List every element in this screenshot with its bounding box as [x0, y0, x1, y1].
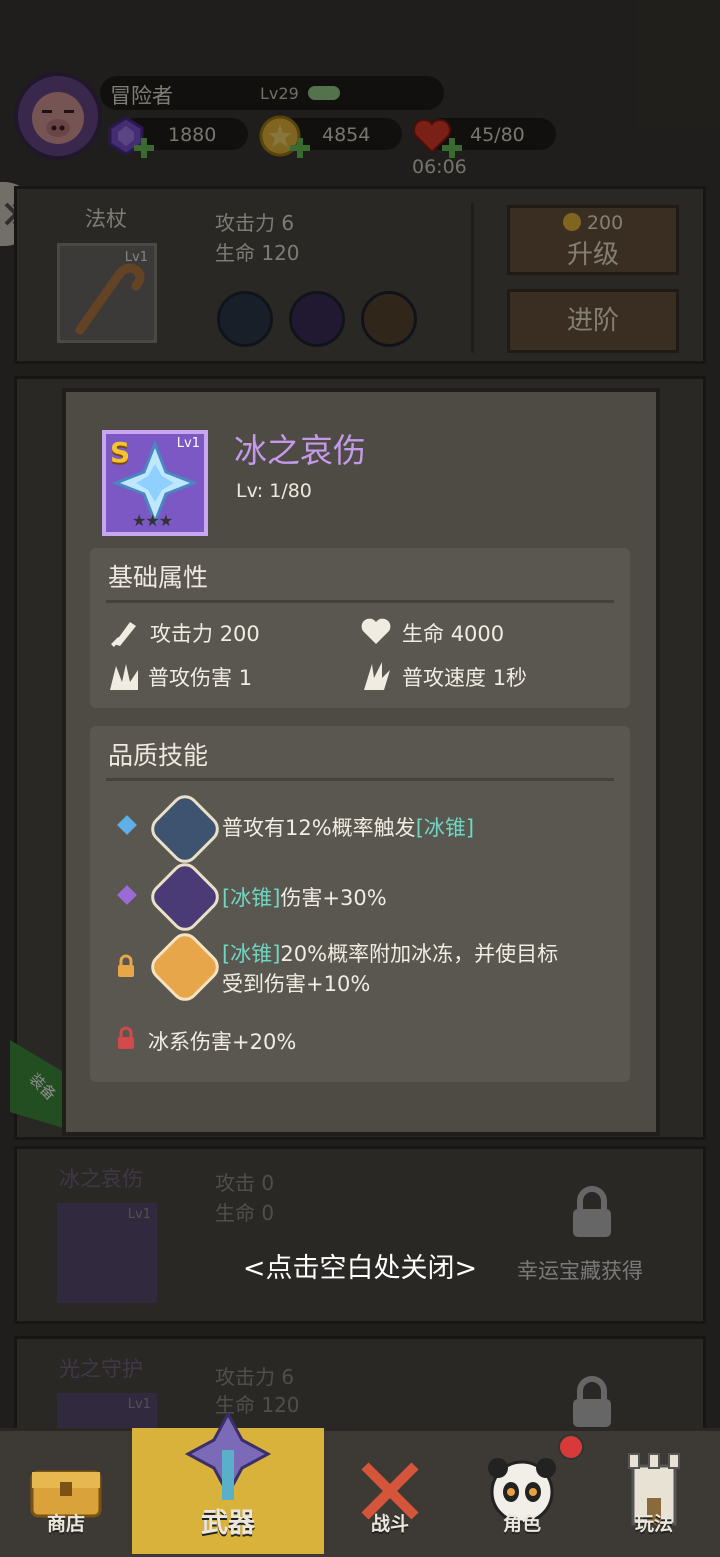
ice-freeze-skill-icon[interactable]	[145, 927, 225, 1007]
red-lock-icon	[116, 1026, 136, 1054]
stat-label-attack: 攻击力	[150, 622, 213, 646]
nav-gameplay-label: 玩法	[634, 1513, 673, 1535]
divider	[106, 600, 614, 603]
stat-label-hp: 生命	[402, 622, 444, 646]
skill2-highlight: [冰锥]	[222, 886, 281, 910]
skill1-text: 普攻有12%概率触发	[222, 816, 416, 840]
weapon-icon-frame: S Lv1 ★★★	[102, 430, 208, 536]
stat-label-attack-speed: 普攻速度	[402, 666, 486, 690]
weapon-name: 冰之哀伤	[234, 431, 366, 470]
speed-icon	[360, 660, 392, 696]
ice-cone-skill-icon[interactable]	[145, 789, 225, 869]
rank-badge: S	[110, 436, 131, 469]
skill3-text-line2: 受到伤害+10%	[222, 972, 371, 996]
weapon-level-text: Lv: 1/80	[236, 480, 312, 502]
nav-shop[interactable]: 商店	[0, 1428, 132, 1554]
nav-weapon[interactable]: 武器	[132, 1410, 324, 1554]
weapon-icon	[184, 1410, 272, 1500]
close-hint[interactable]: <点击空白处关闭>	[0, 1246, 720, 1285]
skill1-highlight: [冰锥]	[415, 816, 475, 840]
hp-heart-icon	[360, 616, 392, 652]
nav-gameplay[interactable]: 玩法	[588, 1428, 720, 1554]
skill4-text: 冰系伤害+20%	[148, 1030, 297, 1054]
nav-weapon-label: 武器	[201, 1508, 255, 1539]
skill3-text-line1: 20%概率附加冰冻，并使目标	[280, 942, 559, 966]
stat-label-normal-damage: 普攻伤害	[148, 666, 232, 690]
stat-value-hp: 4000	[450, 622, 505, 646]
stat-value-attack: 200	[219, 622, 260, 646]
star-rating: ★★★	[132, 511, 173, 530]
stat-value-normal-damage: 1	[238, 666, 253, 690]
nav-battle[interactable]: 战斗	[324, 1428, 456, 1554]
attack-icon	[108, 616, 140, 652]
nav-battle-label: 战斗	[370, 1513, 409, 1535]
stat-value-attack-speed: 1秒	[492, 666, 528, 690]
divider	[106, 778, 614, 781]
claw-damage-icon	[108, 660, 140, 696]
nav-character[interactable]: 角色	[456, 1428, 588, 1554]
quality-skills-section: 品质技能 普攻有12%概率触发[冰锥] [冰锥]伤害+30% [冰锥]20%概率…	[90, 726, 630, 1082]
item-level-badge: Lv1	[176, 436, 200, 451]
skill3-highlight: [冰锥]	[222, 942, 281, 966]
orange-lock-icon	[116, 954, 136, 982]
notification-dot	[558, 1434, 584, 1460]
skill2-text: 伤害+30%	[280, 886, 387, 910]
nav-character-label: 角色	[502, 1513, 541, 1535]
base-stats-section: 基础属性 攻击力 200 生命 4000 普攻伤害 1 普攻速度 1秒	[90, 548, 630, 708]
quality-skills-title: 品质技能	[108, 741, 209, 770]
unlocked-blue-diamond-icon	[117, 815, 137, 835]
ice-cone-damage-skill-icon[interactable]	[145, 857, 225, 937]
unlocked-purple-diamond-icon	[117, 885, 137, 905]
nav-shop-label: 商店	[46, 1513, 85, 1535]
base-stats-title: 基础属性	[108, 563, 209, 592]
